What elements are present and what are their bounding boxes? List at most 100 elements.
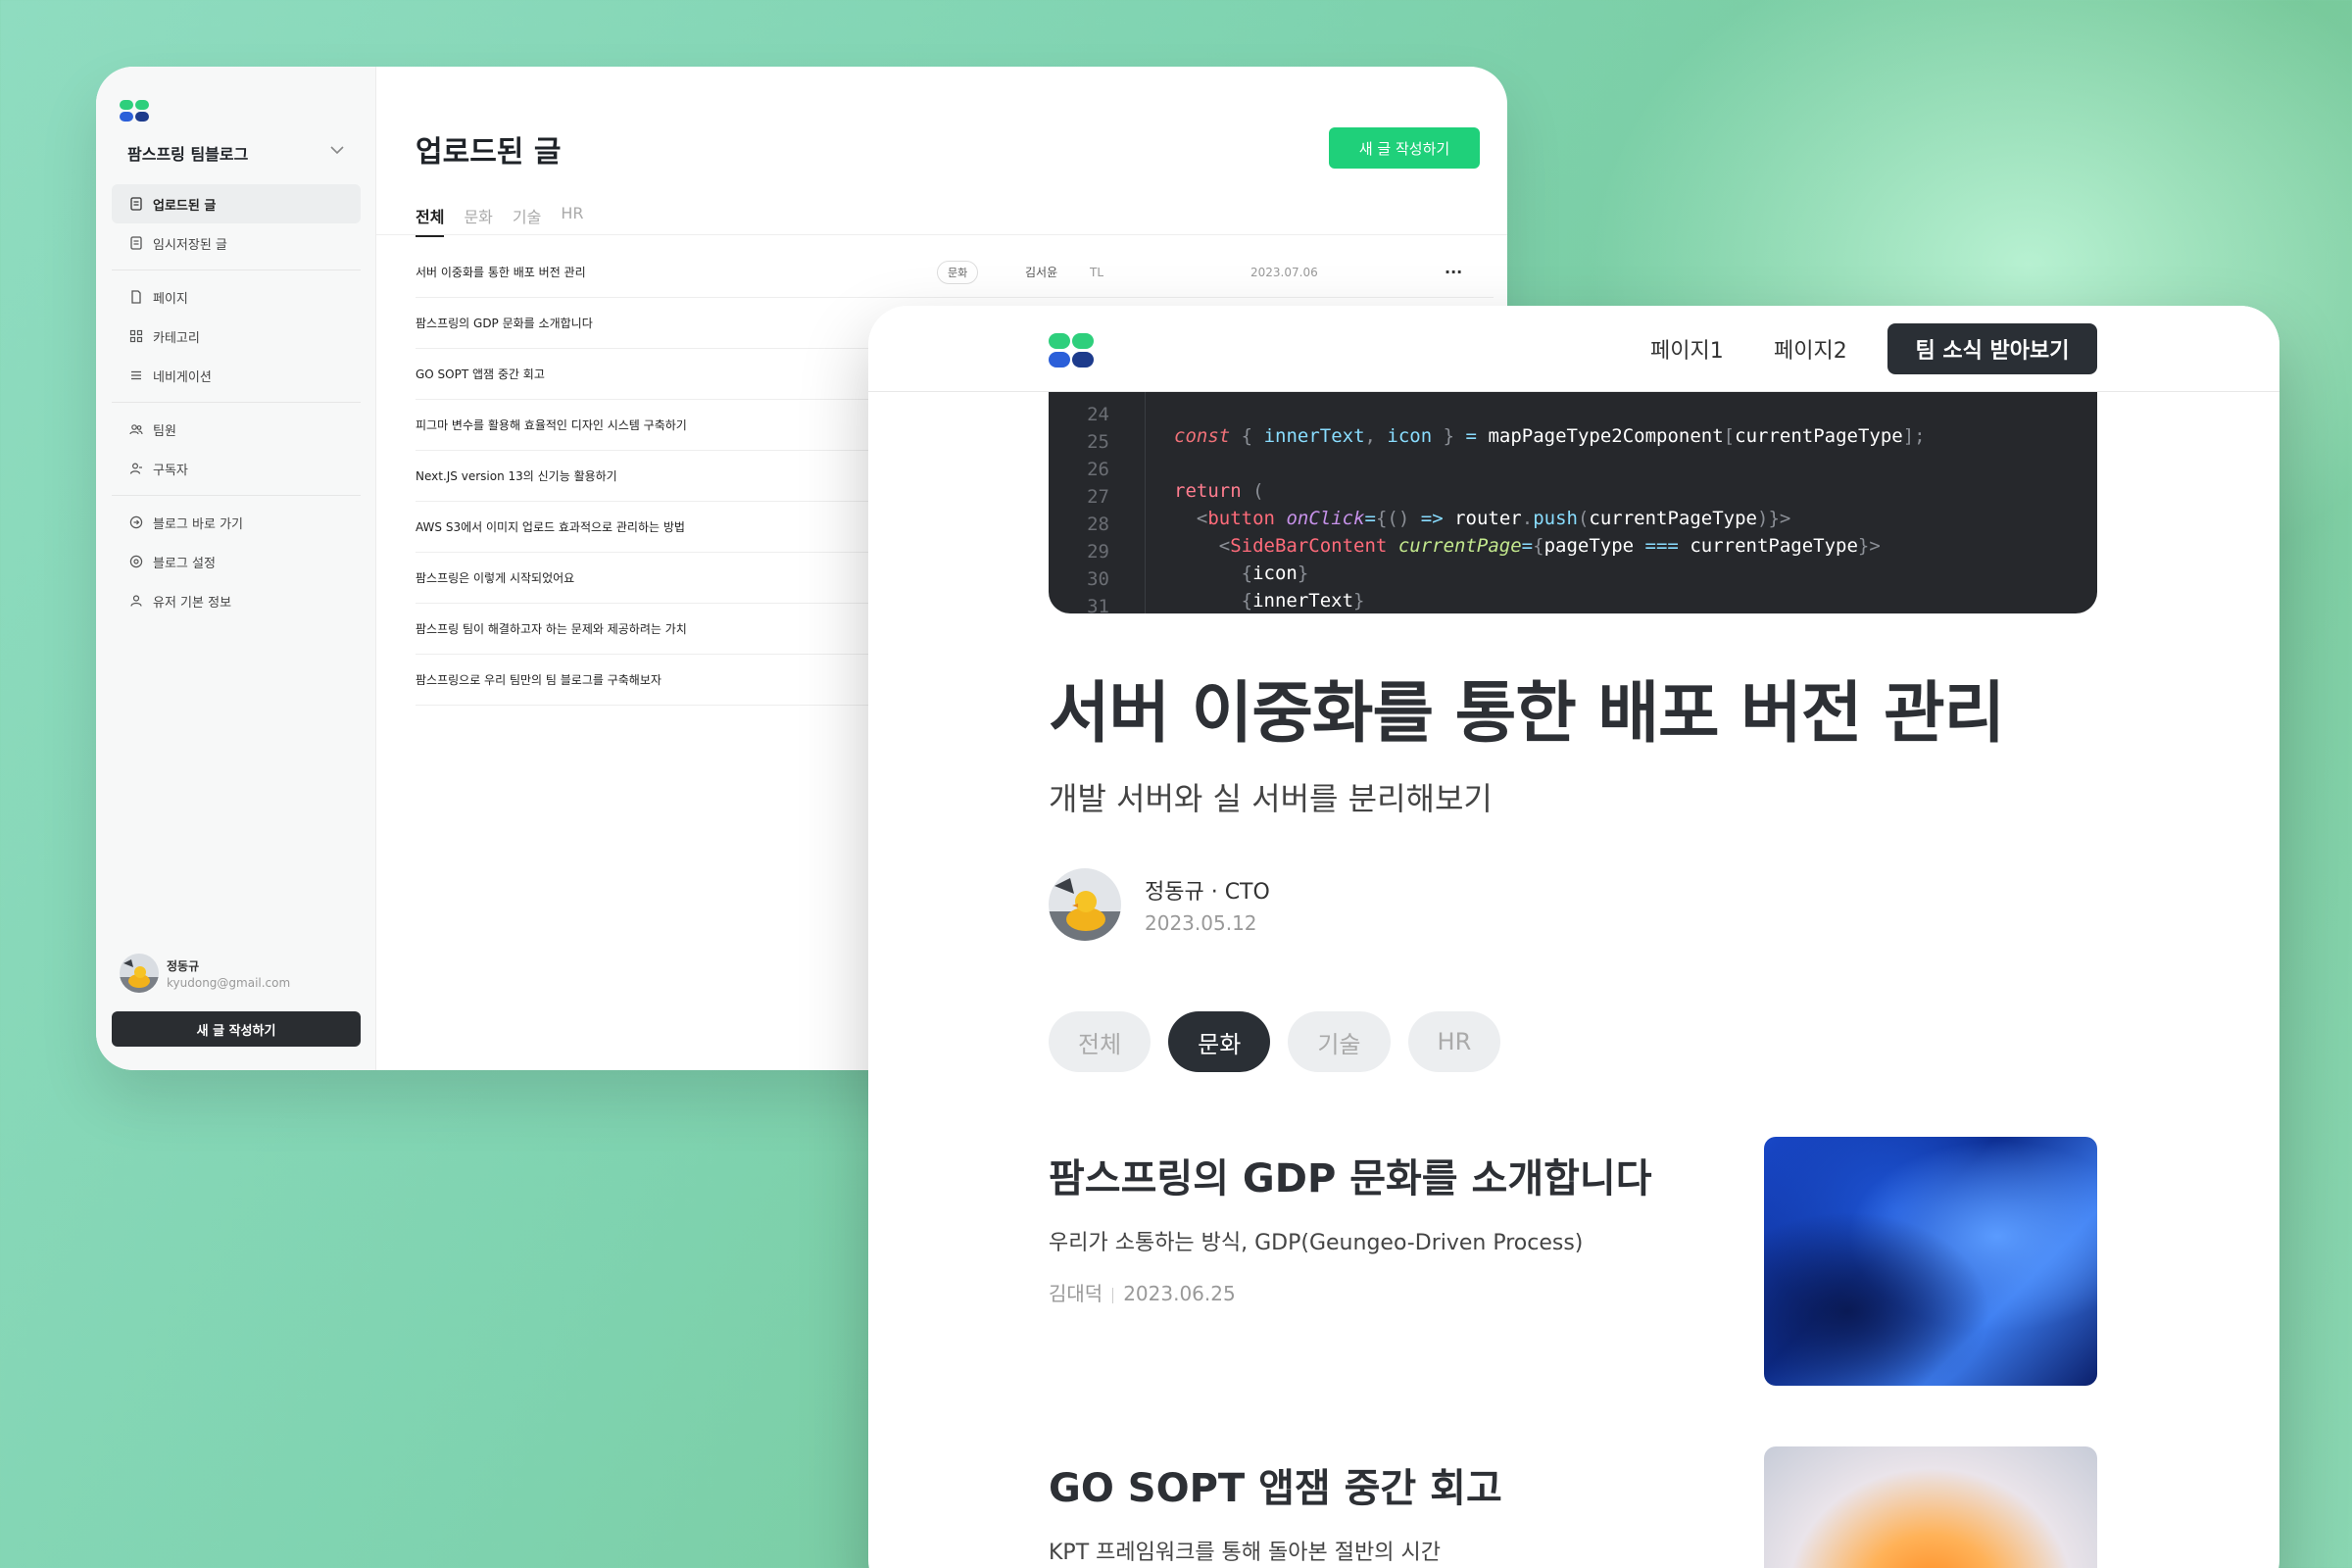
page-icon xyxy=(129,290,143,304)
post-author: 김대덕 xyxy=(1049,1282,1103,1305)
post-title[interactable]: GO SOPT 앱잼 중간 회고 xyxy=(1049,1456,1502,1513)
arrow-circle-icon xyxy=(129,515,143,529)
code-line: 28 <SideBarContent currentPage={pageType… xyxy=(1049,492,2097,557)
new-post-button[interactable]: 새 글 작성하기 xyxy=(1329,127,1480,169)
post-title[interactable]: 팜스프링의 GDP 문화를 소개합니다 xyxy=(1049,1147,1652,1203)
subscriber-icon xyxy=(129,462,143,475)
category-tabs: 전체 문화 기술 HR xyxy=(416,204,604,237)
chip-tech[interactable]: 기술 xyxy=(1288,1011,1391,1072)
sidebar-item-uploaded[interactable]: 업로드된 글 xyxy=(112,184,361,223)
sidebar-item-label: 팀원 xyxy=(153,423,176,439)
blog-header: 페이지1 페이지2 팀 소식 받아보기 xyxy=(868,306,2279,392)
chip-hr[interactable]: HR xyxy=(1407,1011,1501,1072)
chevron-down-icon[interactable] xyxy=(329,145,345,155)
logo-icon[interactable] xyxy=(120,100,151,123)
post-title[interactable]: 팜스프링은 이렇게 시작되었어요 xyxy=(416,569,574,586)
page-title: 업로드된 글 xyxy=(416,135,562,170)
document-icon xyxy=(129,197,143,211)
sidebar: 팜스프링 팀블로그 업로드된 글 임시저장된 글 페이지 카테고리 네비게이션 … xyxy=(96,67,376,1070)
post-author: 김서윤 xyxy=(1025,266,1058,279)
post-date: 2023.07.06 xyxy=(1250,265,1318,279)
menu-icon xyxy=(129,368,143,382)
avatar xyxy=(120,954,159,993)
table-row[interactable]: 서버 이중화를 통한 배포 버전 관리 문화 김서윤 TL 2023.07.06… xyxy=(416,247,1494,298)
sidebar-item-pages[interactable]: 페이지 xyxy=(112,277,361,317)
divider xyxy=(112,495,361,496)
logo-icon[interactable] xyxy=(1049,333,1094,368)
sidebar-item-label: 블로그 설정 xyxy=(153,556,216,571)
sidebar-new-post-button[interactable]: 새 글 작성하기 xyxy=(112,1011,361,1047)
sidebar-item-label: 카테고리 xyxy=(153,330,200,346)
subscribe-button[interactable]: 팀 소식 받아보기 xyxy=(1887,323,2097,374)
sidebar-item-go-blog[interactable]: 블로그 바로 가기 xyxy=(112,503,361,542)
nav-page2[interactable]: 페이지2 xyxy=(1774,333,1847,365)
post-title[interactable]: 서버 이중화를 통한 배포 버전 관리 xyxy=(416,264,586,280)
blog-name[interactable]: 팜스프링 팀블로그 xyxy=(127,141,248,165)
user-email: kyudong@gmail.com xyxy=(167,975,291,990)
divider xyxy=(376,234,1507,235)
document-icon xyxy=(129,236,143,250)
sidebar-item-label: 유저 기본 정보 xyxy=(153,595,232,611)
category-badge: 문화 xyxy=(937,261,979,284)
sidebar-item-blog-settings[interactable]: 블로그 설정 xyxy=(112,542,361,581)
code-line: 27 <button onClick={() => router.push(cu… xyxy=(1049,465,2097,529)
article-author: 정동규 · CTO 2023.05.12 xyxy=(1049,868,1270,941)
sidebar-item-label: 업로드된 글 xyxy=(153,198,217,214)
tab-culture[interactable]: 문화 xyxy=(464,204,492,237)
post-description: KPT 프레임워크를 통해 돌아본 절반의 시간 xyxy=(1049,1541,1441,1565)
blog-window: 페이지1 페이지2 팀 소식 받아보기 24 const { innerText… xyxy=(868,306,2279,1568)
grid-icon xyxy=(129,329,143,343)
post-title[interactable]: 팜스프링의 GDP 문화를 소개합니다 xyxy=(416,315,593,331)
author-role: TL xyxy=(1090,265,1104,279)
post-title[interactable]: GO SOPT 앱잼 중간 회고 xyxy=(416,366,545,382)
post-meta: 김대덕 2023.06.25 xyxy=(1049,1278,1652,1306)
chip-culture[interactable]: 문화 xyxy=(1168,1011,1271,1072)
sidebar-menu: 업로드된 글 임시저장된 글 페이지 카테고리 네비게이션 팀원 구독자 블로그… xyxy=(112,184,361,620)
post-thumbnail[interactable] xyxy=(1764,1137,2097,1386)
sidebar-item-label: 임시저장된 글 xyxy=(153,237,227,253)
article-subtitle: 개발 서버와 실 서버를 분리해보기 xyxy=(1049,780,1493,817)
author-name: 정동규 · CTO xyxy=(1145,880,1270,905)
settings-icon xyxy=(129,555,143,568)
post-title[interactable]: 피그마 변수를 활용해 효율적인 디자인 시스템 구축하기 xyxy=(416,416,687,433)
tab-all[interactable]: 전체 xyxy=(416,204,445,237)
sidebar-item-category[interactable]: 카테고리 xyxy=(112,317,361,356)
tab-tech[interactable]: 기술 xyxy=(513,204,541,237)
tab-hr[interactable]: HR xyxy=(561,204,583,237)
user-profile[interactable]: 정동규 kyudong@gmail.com xyxy=(120,954,290,993)
article-title: 서버 이중화를 통한 배포 버전 관리 xyxy=(1049,675,2005,753)
code-line: 29 {icon} xyxy=(1049,519,2097,584)
user-name: 정동규 xyxy=(167,958,200,973)
more-icon[interactable]: ··· xyxy=(1445,263,1462,281)
user-icon xyxy=(129,594,143,608)
post-card[interactable]: 팜스프링의 GDP 문화를 소개합니다 우리가 소통하는 방식, GDP(Geu… xyxy=(1049,1147,1652,1306)
chip-all[interactable]: 전체 xyxy=(1049,1011,1152,1072)
team-icon xyxy=(129,422,143,436)
post-thumbnail[interactable] xyxy=(1764,1446,2097,1568)
sidebar-item-label: 구독자 xyxy=(153,463,188,478)
post-title[interactable]: 팜스프링으로 우리 팀만의 팀 블로그를 구축해보자 xyxy=(416,671,662,688)
post-card[interactable]: GO SOPT 앱잼 중간 회고 KPT 프레임워크를 통해 돌아본 절반의 시… xyxy=(1049,1456,1502,1566)
post-description: 우리가 소통하는 방식, GDP(Geungeo-Driven Process) xyxy=(1049,1231,1584,1255)
post-date: 2023.06.25 xyxy=(1123,1282,1236,1305)
code-line: 30 {innerText} xyxy=(1049,547,2097,612)
sidebar-item-navigation[interactable]: 네비게이션 xyxy=(112,356,361,395)
divider xyxy=(112,402,361,403)
code-line: 31 </SideBarContent> xyxy=(1049,574,2097,613)
sidebar-item-user-info[interactable]: 유저 기본 정보 xyxy=(112,581,361,620)
code-line: 26 return ( xyxy=(1049,437,2097,502)
code-line: 25 xyxy=(1049,410,2097,453)
article-date: 2023.05.12 xyxy=(1145,911,1257,935)
code-block: 24 const { innerText, icon } = mapPageTy… xyxy=(1049,392,2097,613)
sidebar-item-subscribers[interactable]: 구독자 xyxy=(112,449,361,488)
code-line: 24 const { innerText, icon } = mapPageTy… xyxy=(1049,392,2097,447)
post-title[interactable]: 팜스프링 팀이 해결하고자 하는 문제와 제공하려는 가치 xyxy=(416,620,687,637)
post-title[interactable]: Next.JS version 13의 신기능 활용하기 xyxy=(416,467,617,484)
sidebar-item-drafts[interactable]: 임시저장된 글 xyxy=(112,223,361,263)
category-chips: 전체 문화 기술 HR xyxy=(1049,1011,1518,1072)
nav-page1[interactable]: 페이지1 xyxy=(1650,333,1724,365)
sidebar-item-team[interactable]: 팀원 xyxy=(112,410,361,449)
sidebar-item-label: 네비게이션 xyxy=(153,369,212,385)
avatar xyxy=(1049,868,1121,941)
post-title[interactable]: AWS S3에서 이미지 업로드 효과적으로 관리하는 방법 xyxy=(416,518,685,535)
